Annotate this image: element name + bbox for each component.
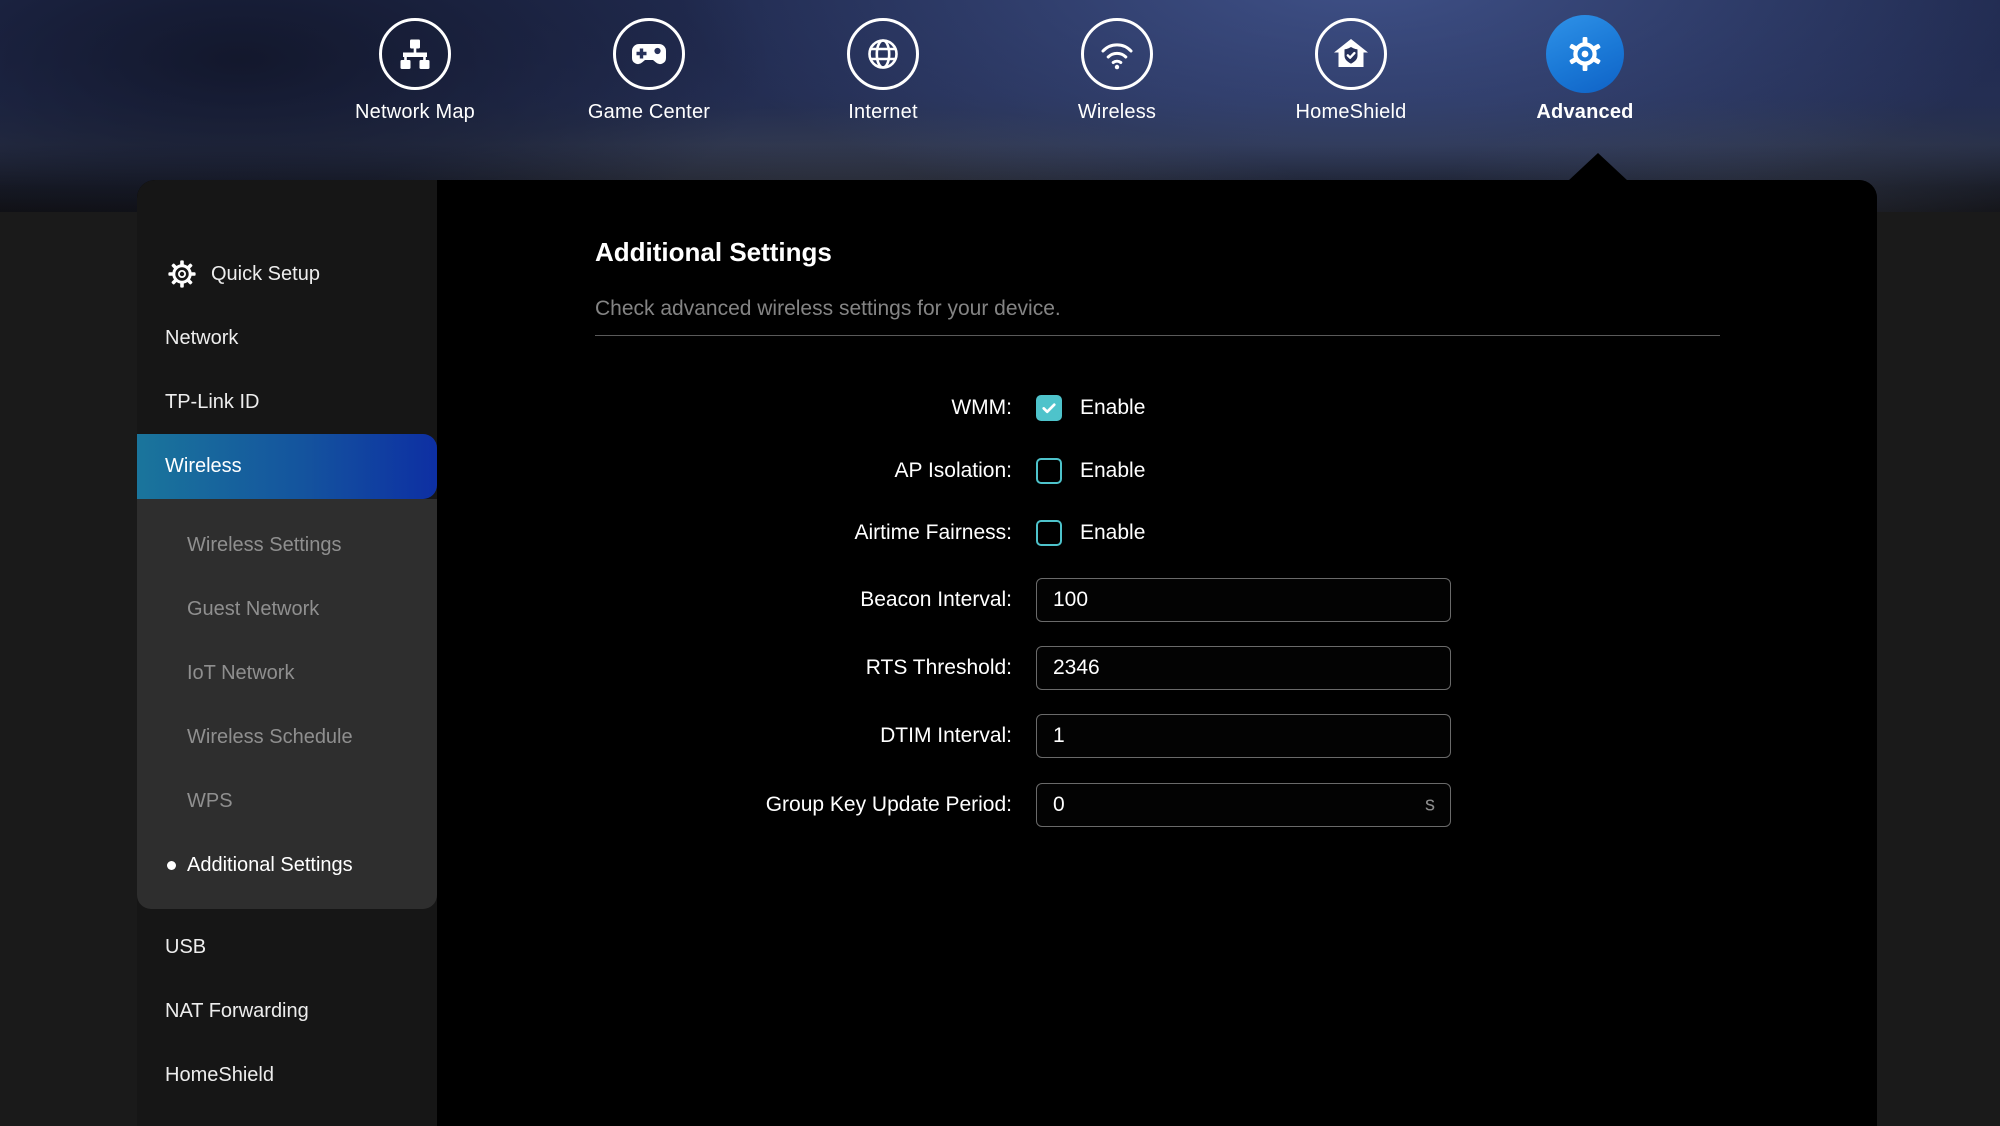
wmm-enable-checkbox[interactable] — [1036, 395, 1062, 421]
globe-icon — [847, 18, 919, 90]
sidebar-item-homeshield[interactable]: HomeShield — [137, 1043, 437, 1107]
rts-threshold-input[interactable] — [1036, 646, 1451, 690]
field-label: Group Key Update Period: — [437, 793, 1012, 817]
sidebar-item-network[interactable]: Network — [137, 306, 437, 370]
home-shield-icon — [1315, 18, 1387, 90]
sidebar-subitem-wps[interactable]: WPS — [137, 769, 437, 833]
sidebar-subitem-additional-settings[interactable]: Additional Settings — [137, 833, 437, 897]
sidebar-item-label: NAT Forwarding — [165, 1000, 309, 1023]
page-title: Additional Settings — [595, 237, 832, 268]
form-row-wmm: WMM: Enable — [437, 386, 1877, 430]
section-divider — [595, 335, 1720, 336]
sidebar-item-usb[interactable]: USB — [137, 915, 437, 979]
form-row-beacon-interval: Beacon Interval: — [437, 578, 1877, 622]
checkbox-option-label: Enable — [1080, 396, 1145, 420]
sidebar-item-label: Wireless Schedule — [187, 726, 353, 749]
sidebar-subitem-iot-network[interactable]: IoT Network — [137, 641, 437, 705]
nav-label: Internet — [848, 101, 917, 124]
beacon-interval-input[interactable] — [1036, 578, 1451, 622]
sidebar-item-label: Wireless Settings — [187, 534, 342, 557]
sidebar-subitem-wireless-settings[interactable]: Wireless Settings — [137, 513, 437, 577]
gear-icon — [165, 257, 199, 291]
sidebar-item-label: Wireless — [165, 455, 242, 478]
field-label: WMM: — [437, 396, 1012, 420]
form-row-group-key-update-period: Group Key Update Period: s — [437, 783, 1877, 827]
nav-label: Wireless — [1078, 101, 1156, 124]
dtim-interval-input[interactable] — [1036, 714, 1451, 758]
form-row-airtime-fairness: Airtime Fairness: Enable — [437, 511, 1877, 555]
advanced-caret — [1568, 153, 1628, 181]
airtime-fairness-enable-checkbox[interactable] — [1036, 520, 1062, 546]
content-panel: Quick Setup Network TP-Link ID Wireless … — [137, 180, 1877, 1126]
router-admin-screen: Network Map Game Center Internet — [0, 0, 2000, 1126]
nav-item-advanced[interactable]: Advanced — [1468, 18, 1702, 124]
active-item-bullet — [167, 861, 176, 870]
sidebar-item-label: IoT Network — [187, 662, 294, 685]
sidebar-subitem-wireless-schedule[interactable]: Wireless Schedule — [137, 705, 437, 769]
nav-label: Game Center — [588, 101, 710, 124]
ap-isolation-enable-checkbox[interactable] — [1036, 458, 1062, 484]
sidebar-item-label: Quick Setup — [211, 263, 320, 286]
gear-icon — [1546, 15, 1624, 93]
checkbox-option-label: Enable — [1080, 459, 1145, 483]
nav-label: Advanced — [1536, 101, 1633, 124]
sidebar-item-nat-forwarding[interactable]: NAT Forwarding — [137, 979, 437, 1043]
sidebar-subitem-guest-network[interactable]: Guest Network — [137, 577, 437, 641]
main-content: Additional Settings Check advanced wirel… — [437, 180, 1877, 1126]
nav-item-network-map[interactable]: Network Map — [298, 18, 532, 124]
sidebar-item-label: Additional Settings — [187, 854, 353, 877]
nav-item-homeshield[interactable]: HomeShield — [1234, 18, 1468, 124]
nav-item-wireless[interactable]: Wireless — [1000, 18, 1234, 124]
wifi-icon — [1081, 18, 1153, 90]
top-nav: Network Map Game Center Internet — [0, 18, 2000, 124]
network-map-icon — [379, 18, 451, 90]
group-key-update-period-input[interactable] — [1036, 783, 1451, 827]
form-row-dtim-interval: DTIM Interval: — [437, 714, 1877, 758]
field-label: RTS Threshold: — [437, 656, 1012, 680]
nav-item-internet[interactable]: Internet — [766, 18, 1000, 124]
checkbox-option-label: Enable — [1080, 521, 1145, 545]
field-label: AP Isolation: — [437, 459, 1012, 483]
page-subtitle: Check advanced wireless settings for you… — [595, 297, 1061, 321]
sidebar-item-label: TP-Link ID — [165, 391, 259, 414]
sidebar-item-wireless[interactable]: Wireless — [137, 434, 437, 499]
form-row-ap-isolation: AP Isolation: Enable — [437, 449, 1877, 493]
nav-item-game-center[interactable]: Game Center — [532, 18, 766, 124]
nav-label: HomeShield — [1296, 101, 1407, 124]
sidebar-item-tplink-id[interactable]: TP-Link ID — [137, 370, 437, 434]
sidebar: Quick Setup Network TP-Link ID Wireless … — [137, 180, 437, 1126]
sidebar-item-label: USB — [165, 936, 206, 959]
nav-label: Network Map — [355, 101, 475, 124]
sidebar-item-label: Guest Network — [187, 598, 319, 621]
field-label: DTIM Interval: — [437, 724, 1012, 748]
field-label: Beacon Interval: — [437, 588, 1012, 612]
sidebar-item-label: HomeShield — [165, 1064, 274, 1087]
sidebar-item-label: Network — [165, 327, 238, 350]
sidebar-item-label: WPS — [187, 790, 233, 813]
gamepad-icon — [613, 18, 685, 90]
sidebar-item-quick-setup[interactable]: Quick Setup — [137, 242, 437, 306]
field-label: Airtime Fairness: — [437, 521, 1012, 545]
wireless-submenu: Wireless Settings Guest Network IoT Netw… — [137, 499, 437, 909]
checkmark-icon — [1040, 399, 1058, 417]
form-row-rts-threshold: RTS Threshold: — [437, 646, 1877, 690]
